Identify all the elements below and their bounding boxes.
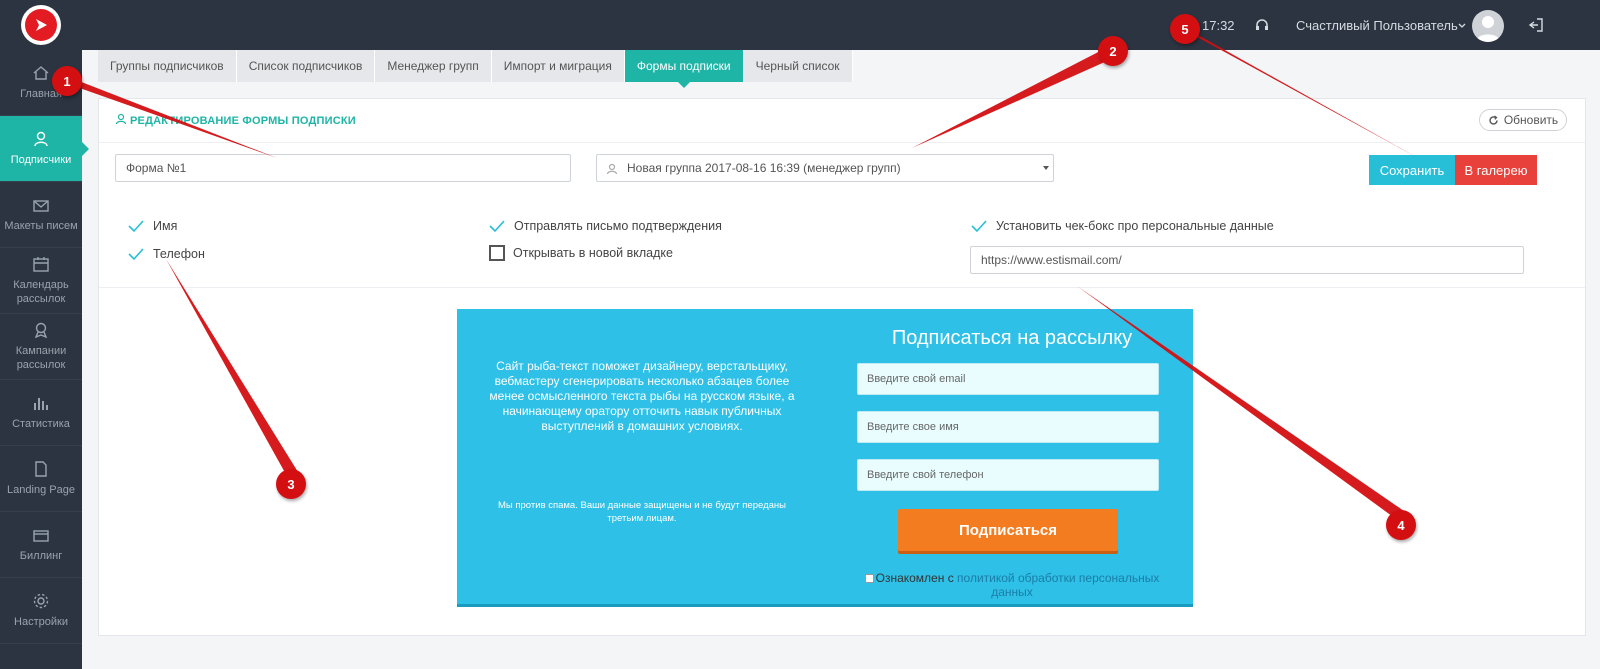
- option-personal-data-label: Установить чек-бокс про персональные дан…: [996, 219, 1274, 233]
- sidebar-item-label: Календарь рассылок: [13, 279, 69, 305]
- tab-import-migration[interactable]: Импорт и миграция: [491, 50, 625, 82]
- tab-subscription-forms[interactable]: Формы подписки: [624, 50, 744, 88]
- divider: [99, 287, 1585, 288]
- refresh-button[interactable]: Обновить: [1479, 109, 1567, 131]
- annotation-badge-1: 1: [52, 66, 82, 96]
- panel-header: РЕДАКТИРОВАНИЕ ФОРМЫ ПОДПИСКИ Обновить: [99, 99, 1585, 143]
- sidebar-item-statistics[interactable]: Статистика: [0, 380, 82, 446]
- tab-subscriber-list[interactable]: Список подписчиков: [236, 50, 376, 82]
- sidebar-item-billing[interactable]: Биллинг: [0, 512, 82, 578]
- user-name[interactable]: Счастливый Пользователь: [1296, 18, 1458, 33]
- consent-checkbox[interactable]: [864, 574, 874, 584]
- sidebar-item-campaigns[interactable]: Кампании рассылок: [0, 314, 82, 380]
- refresh-label: Обновить: [1503, 113, 1559, 127]
- tab-group-manager[interactable]: Менеджер групп: [375, 50, 492, 82]
- preview-title: Подписаться на рассылку: [891, 327, 1133, 349]
- home-icon: [33, 66, 49, 80]
- checkmark-icon: [128, 220, 144, 233]
- headset-icon[interactable]: [1254, 17, 1270, 33]
- checkmark-icon: [489, 220, 505, 233]
- clock-time: 17:32: [1202, 18, 1235, 33]
- annotation-badge-2: 2: [1098, 36, 1128, 66]
- sidebar-item-subscribers[interactable]: Подписчики: [0, 116, 89, 182]
- sidebar-item-label: Landing Page: [7, 484, 75, 496]
- tab-blacklist[interactable]: Черный список: [743, 50, 853, 82]
- form-name-input[interactable]: Форма №1: [115, 154, 571, 182]
- logout-icon[interactable]: [1528, 17, 1544, 33]
- page-icon: [35, 461, 47, 477]
- preview-phone-input[interactable]: Введите свой телефон: [857, 459, 1159, 491]
- panel-title: РЕДАКТИРОВАНИЕ ФОРМЫ ПОДПИСКИ: [130, 115, 356, 127]
- group-select[interactable]: Новая группа 2017-08-16 16:39 (менеджер …: [596, 154, 1054, 182]
- consent-row: Ознакомлен с политикой обработки персона…: [857, 571, 1167, 599]
- tab-subscriber-groups[interactable]: Группы подписчиков: [98, 50, 237, 82]
- checkbox-empty[interactable]: [489, 245, 505, 261]
- subscription-form-preview: Сайт рыба-текст поможет дизайнеру, верст…: [457, 309, 1193, 607]
- sidebar-item-label: Настройки: [14, 616, 68, 628]
- play-arrow-icon: [25, 9, 57, 41]
- option-name-label: Имя: [153, 219, 178, 233]
- option-open-new-tab[interactable]: Открывать в новой вкладке: [489, 245, 673, 261]
- top-bar: 17:32 Счастливый Пользователь: [82, 0, 1600, 50]
- caret-down-icon: [1043, 166, 1049, 170]
- sidebar-item-label: Подписчики: [10, 154, 72, 166]
- calendar-icon: [33, 257, 49, 272]
- checkmark-icon: [128, 248, 144, 261]
- refresh-icon: [1489, 114, 1498, 125]
- group-select-value: Новая группа 2017-08-16 16:39 (менеджер …: [627, 161, 901, 175]
- option-personal-data[interactable]: Установить чек-бокс про персональные дан…: [970, 217, 1274, 235]
- users-icon: [34, 131, 48, 147]
- logo-circle: [21, 5, 61, 45]
- sidebar-item-label: Кампании рассылок: [15, 345, 67, 371]
- sidebar-item-calendar[interactable]: Календарь рассылок: [0, 248, 82, 314]
- gear-icon: [33, 593, 49, 609]
- checkmark-icon: [971, 220, 987, 233]
- users-icon: [606, 163, 618, 175]
- form-editor-panel: РЕДАКТИРОВАНИЕ ФОРМЫ ПОДПИСКИ Обновить Ф…: [98, 98, 1586, 636]
- logo[interactable]: [0, 0, 82, 50]
- preview-spam-note: Мы против спама. Ваши данные защищены и …: [498, 500, 786, 524]
- option-open-new-tab-label: Открывать в новой вкладке: [513, 246, 673, 260]
- option-send-confirmation-label: Отправлять письмо подтверждения: [514, 219, 722, 233]
- wallet-icon: [33, 530, 49, 542]
- preview-name-input[interactable]: Введите свое имя: [857, 411, 1159, 443]
- option-phone-label: Телефон: [153, 247, 205, 261]
- option-name[interactable]: Имя: [127, 217, 177, 235]
- avatar[interactable]: [1472, 10, 1504, 42]
- preview-email-input[interactable]: Введите свой email: [857, 363, 1159, 395]
- sidebar-item-templates[interactable]: Макеты писем: [0, 182, 82, 248]
- policy-url-input[interactable]: https://www.estismail.com/: [970, 246, 1524, 274]
- sidebar-item-landing[interactable]: Landing Page: [0, 446, 82, 512]
- sidebar-item-label: Макеты писем: [4, 220, 78, 232]
- tab-bar: Группы подписчиков Список подписчиков Ме…: [98, 50, 853, 88]
- sidebar-item-label: Биллинг: [19, 550, 63, 562]
- option-send-confirmation[interactable]: Отправлять письмо подтверждения: [488, 217, 722, 235]
- chevron-down-icon[interactable]: [1458, 23, 1466, 29]
- sidebar-item-label: Статистика: [12, 418, 70, 430]
- to-gallery-button[interactable]: В галерею: [1455, 155, 1537, 185]
- subscribe-button[interactable]: Подписаться: [898, 509, 1118, 551]
- user-icon: [115, 113, 127, 125]
- save-button[interactable]: Сохранить: [1369, 155, 1455, 185]
- annotation-badge-4: 4: [1386, 510, 1416, 540]
- campaign-icon: [34, 322, 48, 339]
- envelope-icon: [33, 200, 49, 212]
- privacy-policy-link[interactable]: политикой обработки персональных данных: [957, 571, 1159, 599]
- option-phone[interactable]: Телефон: [127, 245, 205, 263]
- sidebar: Главная Подписчики Макеты писем Календар…: [0, 0, 89, 669]
- annotation-badge-5: 5: [1170, 14, 1200, 44]
- preview-description: Сайт рыба-текст поможет дизайнеру, верст…: [489, 359, 795, 433]
- bar-chart-icon: [34, 398, 48, 410]
- sidebar-item-settings[interactable]: Настройки: [0, 578, 82, 644]
- consent-prefix: Ознакомлен с: [875, 571, 958, 585]
- annotation-badge-3: 3: [276, 469, 306, 499]
